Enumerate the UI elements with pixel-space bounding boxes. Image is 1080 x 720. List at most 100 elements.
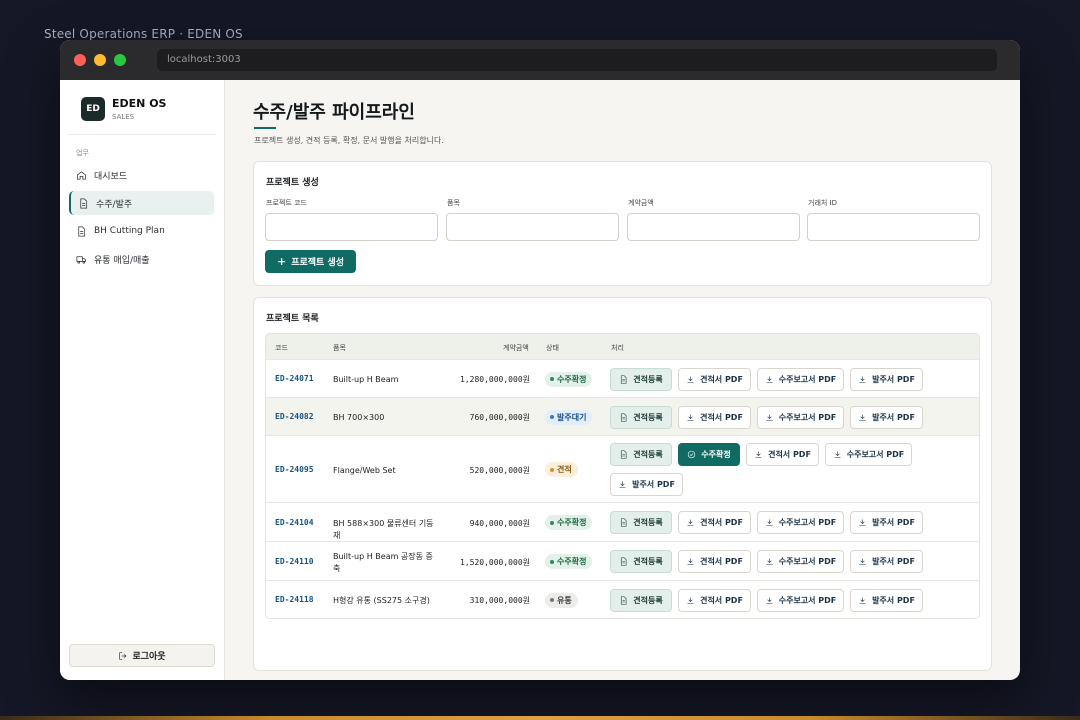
plus-icon: +: [276, 255, 287, 268]
order-report-pdf-button[interactable]: 수주보고서 PDF: [757, 405, 844, 429]
download-icon: [766, 519, 773, 526]
order-report-pdf-button[interactable]: 수주보고서 PDF: [757, 367, 844, 391]
document-icon: [80, 198, 88, 208]
brand: ED EDEN OS SALES: [68, 80, 216, 135]
button-label: 수주보고서 PDF: [778, 518, 837, 527]
table-row: ED-24104 BH 588×300 물류센터 기둥재 940,000,000원 수…: [266, 502, 979, 541]
button-label: 발주서 PDF: [632, 480, 675, 489]
project-code-link[interactable]: ED-24118: [275, 595, 314, 604]
table-row: ED-24095 Flange/Web Set 520,000,000원 견적 견적등록…: [266, 435, 979, 502]
status-dot-icon: [550, 467, 554, 472]
table-row: ED-24110 Built-up H Beam 공장동 증축 1,520,000,…: [266, 541, 979, 580]
sidebar-item-distribution[interactable]: 유통 매입/매출: [69, 247, 214, 271]
card-title: 프로젝트 목록: [266, 314, 319, 324]
estimate-pdf-button[interactable]: 견적서 PDF: [678, 550, 751, 573]
main-content: 수주/발주 파이프라인 프로젝트 생성, 견적 등록, 확정, 문서 발행을 처…: [226, 80, 1020, 680]
table-row: ED-24118 H형강 유통 (SS275 소구경) 310,000,000원 유통…: [266, 580, 979, 618]
download-icon: [687, 519, 694, 526]
estimate-pdf-button[interactable]: 견적서 PDF: [678, 405, 751, 429]
sidebar-item-bh-cutting-plan[interactable]: BH Cutting Plan: [69, 219, 214, 243]
estimate-pdf-button[interactable]: 견적서 PDF: [678, 588, 751, 612]
download-icon: [859, 519, 866, 526]
status-badge: 수주확정: [545, 371, 593, 387]
button-label: 수주확정: [701, 450, 731, 459]
status-dot-icon: [550, 520, 554, 525]
button-label: 견적등록: [633, 450, 663, 459]
purchase-order-pdf-button[interactable]: 발주서 PDF: [850, 367, 923, 391]
status-badge: 유통: [545, 592, 578, 608]
order-report-pdf-button[interactable]: 수주보고서 PDF: [825, 443, 912, 466]
document-icon: [621, 518, 627, 527]
maximize-window-button[interactable]: [114, 54, 126, 66]
button-label: 견적서 PDF: [700, 557, 743, 566]
project-code-link[interactable]: ED-24110: [275, 557, 314, 566]
sidebar-item-dashboard[interactable]: 대시보드: [69, 163, 214, 187]
download-icon: [766, 597, 773, 604]
sidebar-item-label: BH Cutting Plan: [94, 226, 165, 236]
button-label: 견적서 PDF: [768, 450, 811, 459]
order-report-pdf-button[interactable]: 수주보고서 PDF: [757, 550, 844, 573]
button-label: 견적서 PDF: [700, 412, 743, 422]
status-dot-icon: [550, 415, 554, 419]
download-icon: [687, 597, 694, 604]
nav-section-label: 업무: [76, 149, 89, 157]
register-estimate-button[interactable]: 견적등록: [610, 405, 672, 429]
estimate-pdf-button[interactable]: 견적서 PDF: [678, 511, 751, 534]
close-window-button[interactable]: [74, 54, 86, 66]
register-estimate-button[interactable]: 견적등록: [610, 588, 672, 612]
download-icon: [766, 558, 773, 565]
button-label: 수주보고서 PDF: [778, 412, 837, 422]
contract-amount-input[interactable]: [627, 213, 800, 241]
status-badge: 수주확정: [545, 515, 593, 530]
button-label: 발주서 PDF: [872, 374, 915, 384]
download-icon: [859, 558, 866, 565]
sidebar-item-orders[interactable]: 수주/발주: [69, 191, 214, 215]
project-code-link[interactable]: ED-24071: [275, 374, 314, 383]
table-header: 코드 품목 계약금액 상태 처리: [266, 334, 979, 359]
button-label: 견적등록: [633, 412, 663, 422]
project-code-input[interactable]: [265, 213, 438, 241]
browser-window: localhost:3003 ED EDEN OS SALES 업무 대시보드 …: [60, 40, 1020, 680]
column-header-actions: 처리: [611, 344, 624, 352]
order-report-pdf-button[interactable]: 수주보고서 PDF: [757, 511, 844, 534]
purchase-order-pdf-button[interactable]: 발주서 PDF: [850, 511, 923, 534]
project-code-link[interactable]: ED-24082: [275, 412, 314, 421]
register-estimate-button[interactable]: 견적등록: [610, 511, 672, 534]
address-bar[interactable]: localhost:3003: [157, 49, 997, 71]
purchase-order-pdf-button[interactable]: 발주서 PDF: [610, 473, 683, 496]
status-label: 견적: [557, 465, 572, 474]
sidebar-item-label: 수주/발주: [96, 199, 133, 210]
confirm-order-button[interactable]: 수주확정: [678, 443, 740, 466]
bottom-glow: [0, 716, 1080, 720]
document-icon: [621, 595, 627, 605]
register-estimate-button[interactable]: 견적등록: [610, 367, 672, 391]
sidebar: ED EDEN OS SALES 업무 대시보드 수주/발주 BH Cuttin…: [60, 80, 225, 680]
page-caption: Steel Operations ERP · EDEN OS: [44, 27, 243, 41]
purchase-order-pdf-button[interactable]: 발주서 PDF: [850, 405, 923, 429]
home-icon: [77, 170, 86, 180]
order-report-pdf-button[interactable]: 수주보고서 PDF: [757, 588, 844, 612]
purchase-order-pdf-button[interactable]: 발주서 PDF: [850, 588, 923, 612]
logout-button[interactable]: 로그아웃: [69, 644, 215, 667]
status-label: 수주확정: [557, 557, 587, 566]
button-label: 견적서 PDF: [700, 518, 743, 527]
client-id-input[interactable]: [807, 213, 980, 241]
create-project-button[interactable]: + 프로젝트 생성: [265, 250, 356, 273]
status-badge: 수주확정: [545, 554, 593, 569]
button-label: 발주서 PDF: [872, 595, 915, 605]
button-label: 수주보고서 PDF: [778, 374, 837, 384]
register-estimate-button[interactable]: 견적등록: [610, 550, 672, 573]
project-code-link[interactable]: ED-24095: [275, 465, 314, 474]
status-dot-icon: [550, 377, 554, 381]
status-label: 수주확정: [557, 518, 587, 527]
register-estimate-button[interactable]: 견적등록: [610, 443, 672, 466]
project-code-link[interactable]: ED-24104: [275, 518, 314, 527]
truck-icon: [76, 255, 86, 264]
field-label-contract-amount: 계약금액: [628, 199, 654, 207]
purchase-order-pdf-button[interactable]: 발주서 PDF: [850, 550, 923, 573]
estimate-pdf-button[interactable]: 견적서 PDF: [746, 443, 819, 466]
sidebar-item-label: 대시보드: [94, 171, 128, 182]
estimate-pdf-button[interactable]: 견적서 PDF: [678, 367, 751, 391]
minimize-window-button[interactable]: [94, 54, 106, 66]
item-input[interactable]: [446, 213, 619, 241]
